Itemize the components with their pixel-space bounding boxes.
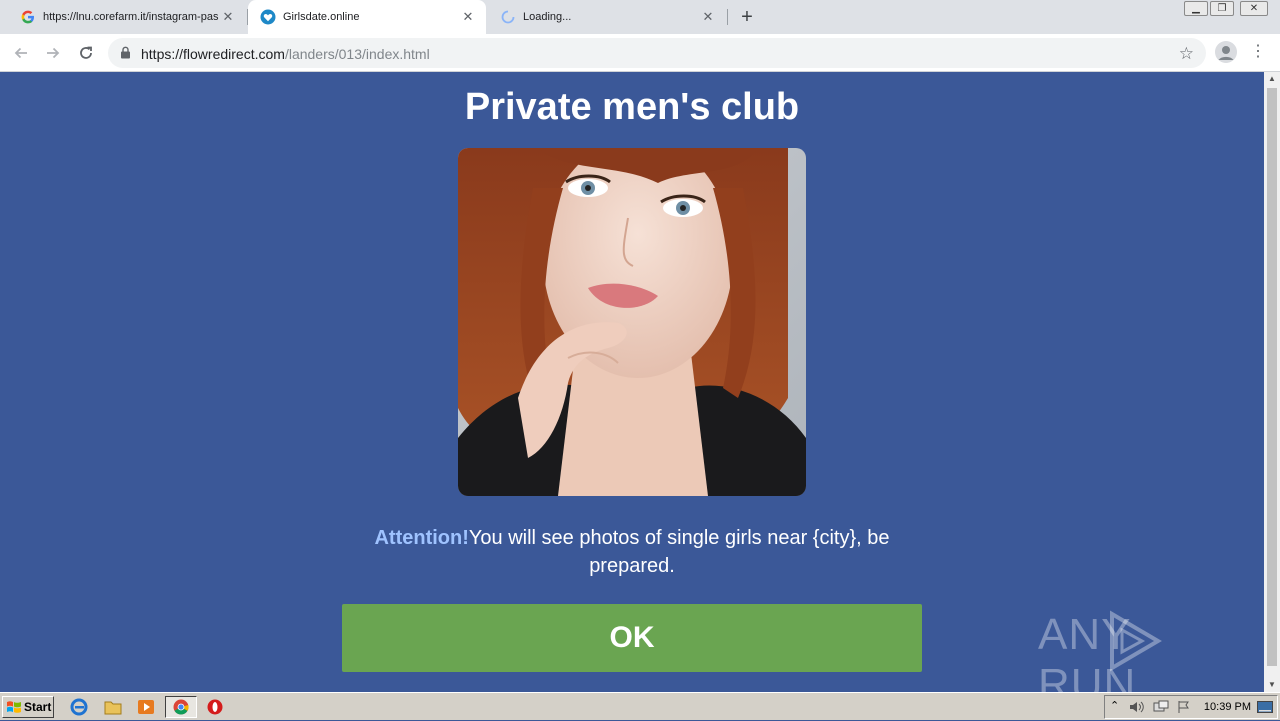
folder-icon[interactable] — [104, 698, 122, 716]
profile-avatar-icon[interactable] — [1215, 41, 1237, 63]
ok-button[interactable]: OK — [342, 604, 922, 672]
tab-strip: https://lnu.corefarm.it/instagram-pas ✕ … — [0, 0, 1280, 34]
start-button[interactable]: Start — [2, 696, 54, 718]
volume-icon[interactable] — [1129, 700, 1145, 714]
minimize-button[interactable]: ▁ — [1184, 1, 1208, 16]
address-url: https://flowredirect.com/landers/013/ind… — [141, 46, 430, 62]
url-path: /landers/013/index.html — [284, 46, 430, 62]
url-host: https://flowredirect.com — [141, 46, 285, 62]
attention-notice: Attention!You will see photos of single … — [340, 524, 924, 580]
start-label: Start — [24, 700, 52, 714]
profile-photo — [458, 148, 806, 496]
forward-arrow-icon — [47, 47, 60, 59]
show-desktop-icon[interactable] — [1257, 701, 1273, 713]
heart-shield-icon — [260, 9, 276, 25]
google-icon — [20, 9, 36, 25]
window-close-button[interactable]: ✕ — [1240, 1, 1268, 16]
windows-logo-icon — [7, 701, 21, 713]
tab-corefarm[interactable]: https://lnu.corefarm.it/instagram-pas ✕ — [8, 0, 246, 34]
vertical-scrollbar[interactable]: ▲ ▼ — [1264, 72, 1280, 692]
browser-toolbar: https://flowredirect.com/landers/013/ind… — [0, 34, 1280, 72]
clock: 10:39 PM — [1203, 701, 1251, 713]
scrollbar-thumb[interactable] — [1267, 88, 1277, 666]
attention-label: Attention! — [374, 527, 469, 549]
back-button[interactable] — [10, 42, 32, 64]
windows-taskbar: Start ⌃ 10:39 PM — [0, 692, 1280, 720]
network-icon[interactable] — [1153, 700, 1169, 714]
tab-girlsdate[interactable]: Girlsdate.online ✕ — [248, 0, 486, 34]
taskbar-chrome-button[interactable] — [165, 696, 197, 718]
action-center-flag-icon[interactable] — [1177, 700, 1191, 714]
chrome-icon — [173, 699, 189, 715]
close-icon[interactable]: ✕ — [460, 9, 476, 25]
tab-title: https://lnu.corefarm.it/instagram-pas — [43, 11, 219, 23]
scroll-up-arrow-icon[interactable]: ▲ — [1264, 72, 1280, 86]
restore-button[interactable]: ❐ — [1210, 1, 1234, 16]
close-icon[interactable]: ✕ — [220, 9, 236, 25]
new-tab-button[interactable]: + — [737, 7, 757, 27]
tab-loading[interactable]: Loading... ✕ — [488, 0, 726, 34]
opera-icon[interactable] — [206, 698, 224, 716]
scroll-down-arrow-icon[interactable]: ▼ — [1264, 678, 1280, 692]
page-content: Private men's club Attention!You will se… — [0, 72, 1264, 709]
system-tray: ⌃ 10:39 PM — [1104, 695, 1278, 719]
media-player-icon[interactable] — [137, 698, 155, 716]
tray-expand-icon[interactable]: ⌃ — [1110, 699, 1119, 712]
lock-icon — [120, 46, 131, 64]
menu-kebab-icon[interactable]: ⋮ — [1250, 43, 1266, 61]
address-bar[interactable]: https://flowredirect.com/landers/013/ind… — [108, 38, 1206, 68]
forward-button[interactable] — [42, 42, 64, 64]
page-title: Private men's club — [464, 86, 800, 128]
tab-title: Girlsdate.online — [283, 11, 360, 23]
reload-icon — [80, 46, 92, 59]
bookmark-star-icon[interactable]: ☆ — [1179, 44, 1194, 64]
tab-title: Loading... — [523, 11, 572, 23]
notice-text: You will see photos of single girls near… — [468, 527, 890, 577]
back-arrow-icon — [14, 47, 27, 59]
tab-separator — [727, 9, 728, 25]
play-logo-icon — [1110, 610, 1162, 672]
close-icon[interactable]: ✕ — [700, 9, 716, 25]
internet-explorer-icon[interactable] — [70, 698, 88, 716]
reload-button[interactable] — [75, 42, 97, 64]
loading-spinner-icon — [500, 9, 516, 25]
